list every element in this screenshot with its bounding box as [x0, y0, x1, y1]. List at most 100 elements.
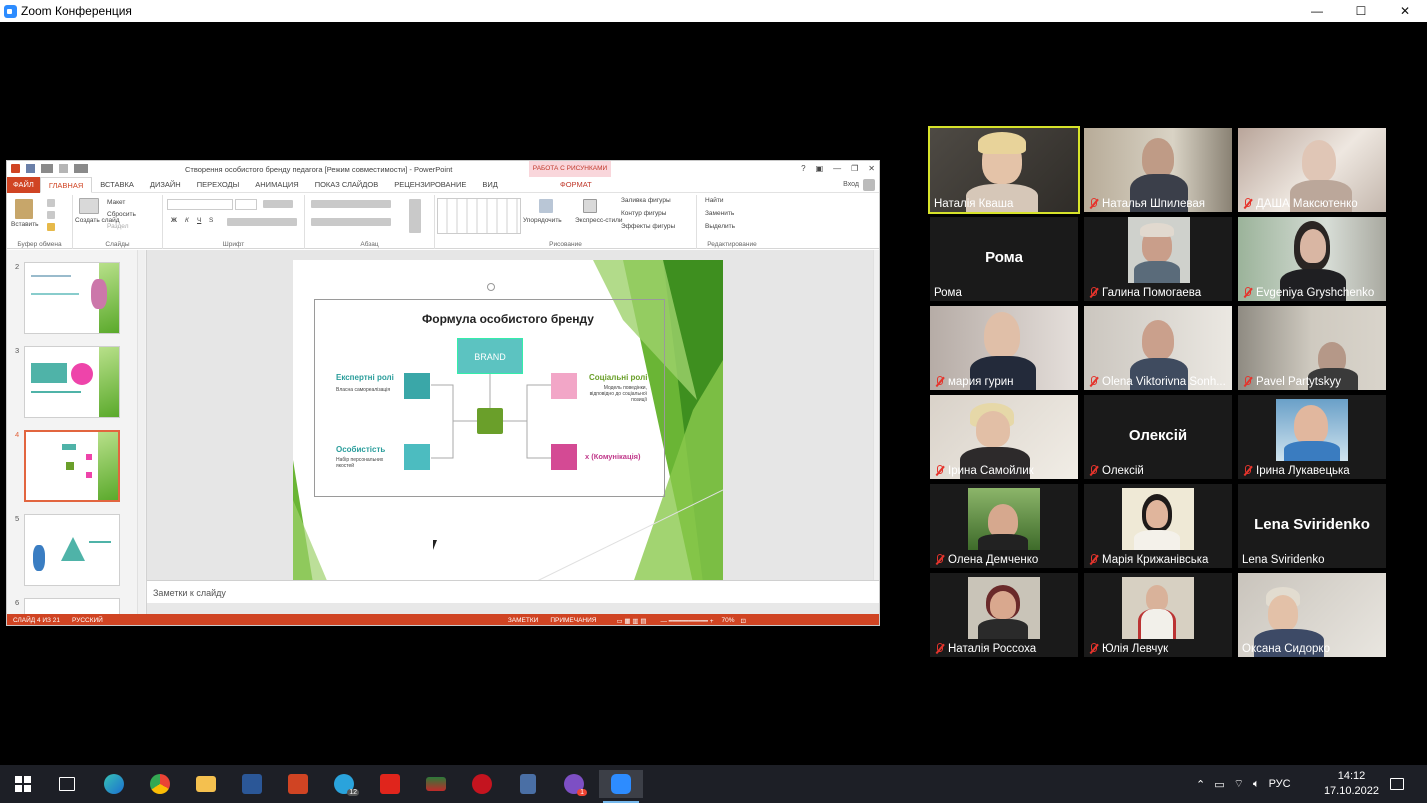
ribbon-display-icon[interactable]: ▣: [816, 164, 824, 173]
select-button[interactable]: Выделить: [705, 223, 735, 230]
redo-icon[interactable]: [59, 164, 68, 173]
tab-view[interactable]: ВИД: [474, 180, 505, 189]
account-avatar[interactable]: [863, 178, 875, 191]
participant-tile[interactable]: Юлія Левчук: [1084, 573, 1232, 657]
participant-tile[interactable]: Олена Демченко: [930, 484, 1078, 568]
wifi-icon[interactable]: ⌔: [1234, 777, 1244, 791]
find-button[interactable]: Найти: [705, 197, 724, 204]
ppt-restore-icon[interactable]: ❐: [851, 164, 858, 173]
start-button[interactable]: [8, 770, 38, 798]
shadow-icon[interactable]: S: [209, 217, 213, 224]
participant-tile[interactable]: Олексій Олексій: [1084, 395, 1232, 479]
view-buttons[interactable]: ▭ ▦ ▥ ▤: [616, 617, 646, 625]
volume-icon[interactable]: 🔈︎: [1253, 778, 1260, 791]
shape-fill-button[interactable]: Заливка фигуры: [621, 197, 671, 204]
calculator-button[interactable]: [513, 770, 543, 798]
shapes-gallery[interactable]: [437, 198, 521, 234]
tray-chevron-icon[interactable]: ⌃: [1196, 778, 1205, 791]
text-direction-icon[interactable]: [409, 199, 421, 233]
participant-tile[interactable]: мария гурин: [930, 306, 1078, 390]
help-button[interactable]: ?: [801, 164, 805, 173]
participant-tile[interactable]: Марія Крижанівська: [1084, 484, 1232, 568]
maximize-button[interactable]: ☐: [1339, 0, 1383, 22]
slide-scrollbar[interactable]: [873, 250, 879, 580]
notes-button[interactable]: ЗАМЕТКИ: [508, 617, 538, 624]
zoom-level[interactable]: 70%: [722, 617, 735, 624]
tab-transitions[interactable]: ПЕРЕХОДЫ: [189, 180, 248, 189]
shape-effects-button[interactable]: Эффекты фигуры: [621, 223, 675, 230]
acrobat-button[interactable]: [375, 770, 405, 798]
layout-button[interactable]: Макет: [107, 199, 125, 206]
format-painter-icon[interactable]: [47, 223, 55, 231]
participant-tile[interactable]: ДАША Максютенко: [1238, 128, 1386, 212]
slide-thumbnail-selected[interactable]: [24, 430, 120, 502]
participant-tile[interactable]: Наталія Россоха: [930, 573, 1078, 657]
ppt-minimize-icon[interactable]: —: [833, 164, 841, 173]
edge-button[interactable]: [99, 770, 129, 798]
language-indicator[interactable]: РУССКИЙ: [72, 617, 103, 624]
close-button[interactable]: ✕: [1383, 0, 1427, 22]
font-size-select[interactable]: [235, 199, 257, 210]
bold-icon[interactable]: Ж: [171, 217, 177, 224]
zoom-taskbar-button[interactable]: [599, 770, 643, 803]
arrange-button[interactable]: Упорядочить: [523, 217, 562, 224]
fit-slide-icon[interactable]: ⊡: [741, 617, 746, 625]
align-buttons[interactable]: [311, 218, 391, 226]
tab-review[interactable]: РЕЦЕНЗИРОВАНИЕ: [386, 180, 474, 189]
comments-button[interactable]: ПРИМЕЧАНИЯ: [550, 617, 596, 624]
taskbar-clock[interactable]: 14:12 17.10.2022: [1324, 769, 1379, 799]
thumbnails-scrollbar[interactable]: [137, 250, 145, 614]
copy-icon[interactable]: [47, 211, 55, 219]
arrange-icon[interactable]: [539, 199, 553, 213]
tab-format[interactable]: ФОРМАТ: [552, 180, 600, 189]
section-button[interactable]: Раздел: [107, 223, 128, 230]
viber-button[interactable]: 1: [559, 770, 589, 798]
word-button[interactable]: [237, 770, 267, 798]
current-slide[interactable]: Формула особистого бренду BRAND Експертн…: [293, 260, 723, 583]
tab-design[interactable]: ДИЗАЙН: [142, 180, 189, 189]
participant-tile[interactable]: Наталья Шпилевая: [1084, 128, 1232, 212]
participant-tile[interactable]: Lena Sviridenko Lena Sviridenko: [1238, 484, 1386, 568]
undo-icon[interactable]: [41, 164, 53, 173]
font-family-select[interactable]: [167, 199, 233, 210]
participant-tile[interactable]: Ірина Самойлик: [930, 395, 1078, 479]
zoom-slider[interactable]: — ━━━━━━━━━━ +: [660, 617, 713, 625]
participant-tile[interactable]: Pavel Partytskyy: [1238, 306, 1386, 390]
paste-button[interactable]: Вставить: [11, 221, 39, 228]
cut-icon[interactable]: [47, 199, 55, 207]
battery-icon[interactable]: ▭: [1214, 778, 1224, 791]
quick-styles-button[interactable]: Экспресс-стили: [575, 217, 623, 224]
notes-pane[interactable]: Заметки к слайду: [147, 580, 879, 603]
tab-file[interactable]: ФАЙЛ: [7, 176, 40, 193]
participant-tile[interactable]: Наталія Кваша: [928, 126, 1080, 214]
shape-outline-button[interactable]: Контур фигуры: [621, 210, 666, 217]
slide-thumbnail[interactable]: [24, 262, 120, 334]
italic-icon[interactable]: К: [185, 217, 189, 224]
quick-styles-icon[interactable]: [583, 199, 597, 213]
participant-tile[interactable]: Оксана Сидорко: [1238, 573, 1386, 657]
replace-button[interactable]: Заменить: [705, 210, 734, 217]
participant-tile[interactable]: Галина Помогаева: [1084, 217, 1232, 301]
slide-thumbnail[interactable]: [24, 346, 120, 418]
chrome-button[interactable]: [145, 770, 175, 798]
notifications-button[interactable]: [1390, 765, 1404, 803]
participant-tile[interactable]: Ірина Лукавецька: [1238, 395, 1386, 479]
input-language[interactable]: РУС: [1269, 778, 1291, 790]
telegram-button[interactable]: 12: [329, 770, 359, 798]
tab-home[interactable]: ГЛАВНАЯ: [39, 176, 93, 193]
slide-thumbnail[interactable]: [24, 514, 120, 586]
tab-animation[interactable]: АНИМАЦИЯ: [247, 180, 306, 189]
signin-link[interactable]: Вход: [843, 181, 859, 188]
participant-tile[interactable]: Рома Рома: [930, 217, 1078, 301]
task-view-button[interactable]: [52, 770, 82, 798]
powerpoint-button[interactable]: [283, 770, 313, 798]
ppt-close-icon[interactable]: ✕: [868, 164, 875, 173]
present-icon[interactable]: [74, 164, 88, 173]
list-buttons[interactable]: [311, 200, 391, 208]
tab-slideshow[interactable]: ПОКАЗ СЛАЙДОВ: [307, 180, 387, 189]
new-slide-icon[interactable]: [79, 198, 99, 214]
reset-button[interactable]: Сбросить: [107, 211, 136, 218]
save-icon[interactable]: [26, 164, 35, 173]
paste-icon[interactable]: [15, 199, 33, 219]
minimize-button[interactable]: —: [1295, 0, 1339, 22]
